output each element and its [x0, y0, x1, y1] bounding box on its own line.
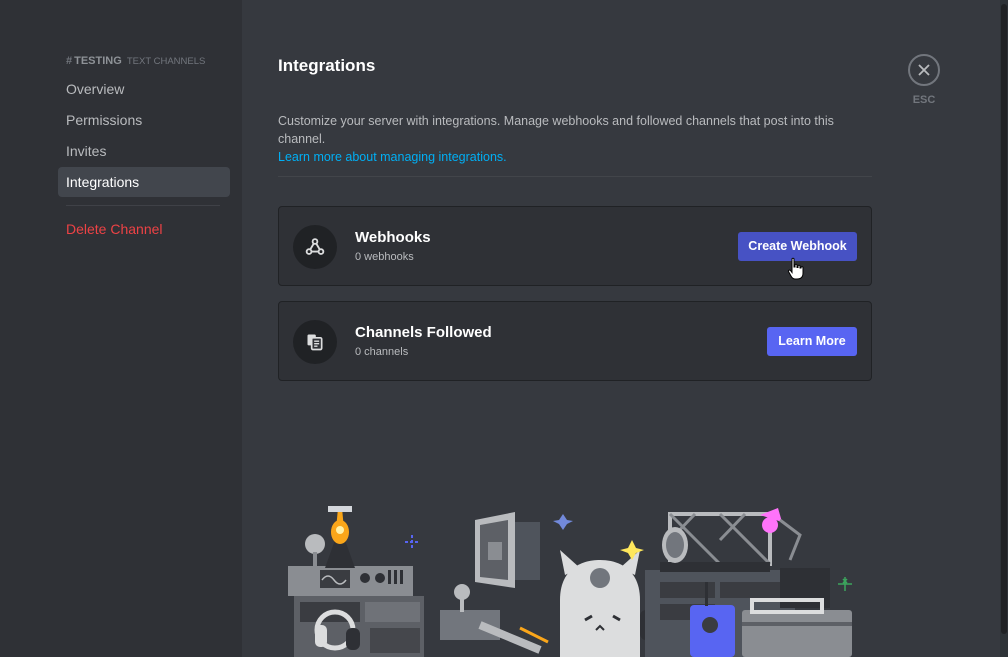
sidebar-item-permissions[interactable]: Permissions [58, 105, 230, 135]
section-divider [278, 176, 872, 177]
learn-more-button[interactable]: Learn More [767, 327, 857, 356]
webhooks-count: 0 webhooks [355, 251, 414, 263]
scrollbar-thumb[interactable] [1001, 4, 1007, 634]
description-text: Customize your server with integrations.… [278, 114, 834, 146]
sidebar-item-integrations[interactable]: Integrations [58, 167, 230, 197]
scrollbar[interactable] [1000, 0, 1008, 657]
close-button[interactable] [908, 54, 940, 86]
channels-followed-card: Channels Followed 0 channels Learn More [278, 301, 872, 381]
channel-name: TESTING [74, 55, 122, 67]
webhooks-card: Webhooks 0 webhooks Create Webhook [278, 206, 872, 286]
channels-followed-title: Channels Followed [355, 324, 492, 341]
esc-label: ESC [912, 94, 936, 106]
channel-category: TEXT CHANNELS [126, 56, 206, 67]
channel-settings-window: # TESTING TEXT CHANNELS Overview Permissi… [0, 0, 1008, 657]
close-control: ESC [908, 54, 940, 106]
sidebar-item-overview[interactable]: Overview [58, 74, 230, 104]
hand-cursor-icon [787, 257, 804, 280]
webhook-icon [293, 225, 337, 269]
close-icon [918, 64, 930, 76]
sidebar-divider [66, 205, 220, 206]
integrations-illustration [288, 506, 852, 657]
page-title: Integrations [278, 56, 376, 75]
sidebar-header: # TESTING TEXT CHANNELS [58, 54, 230, 68]
hash-icon: # [66, 55, 73, 67]
settings-sidebar: # TESTING TEXT CHANNELS Overview Permissi… [0, 0, 242, 657]
channels-followed-count: 0 channels [355, 346, 409, 358]
webhooks-title: Webhooks [355, 229, 431, 246]
shelf-illustration [645, 508, 852, 657]
learn-more-integrations-link[interactable]: Learn more about managing integrations. [278, 148, 878, 166]
picture-frame-illustration [475, 512, 573, 588]
sidebar-item-invites[interactable]: Invites [58, 136, 230, 166]
sidebar-nav: # TESTING TEXT CHANNELS Overview Permissi… [58, 54, 230, 244]
page-description: Customize your server with integrations.… [278, 112, 878, 166]
delete-channel-button[interactable]: Delete Channel [58, 214, 230, 244]
channels-followed-icon [293, 320, 337, 364]
